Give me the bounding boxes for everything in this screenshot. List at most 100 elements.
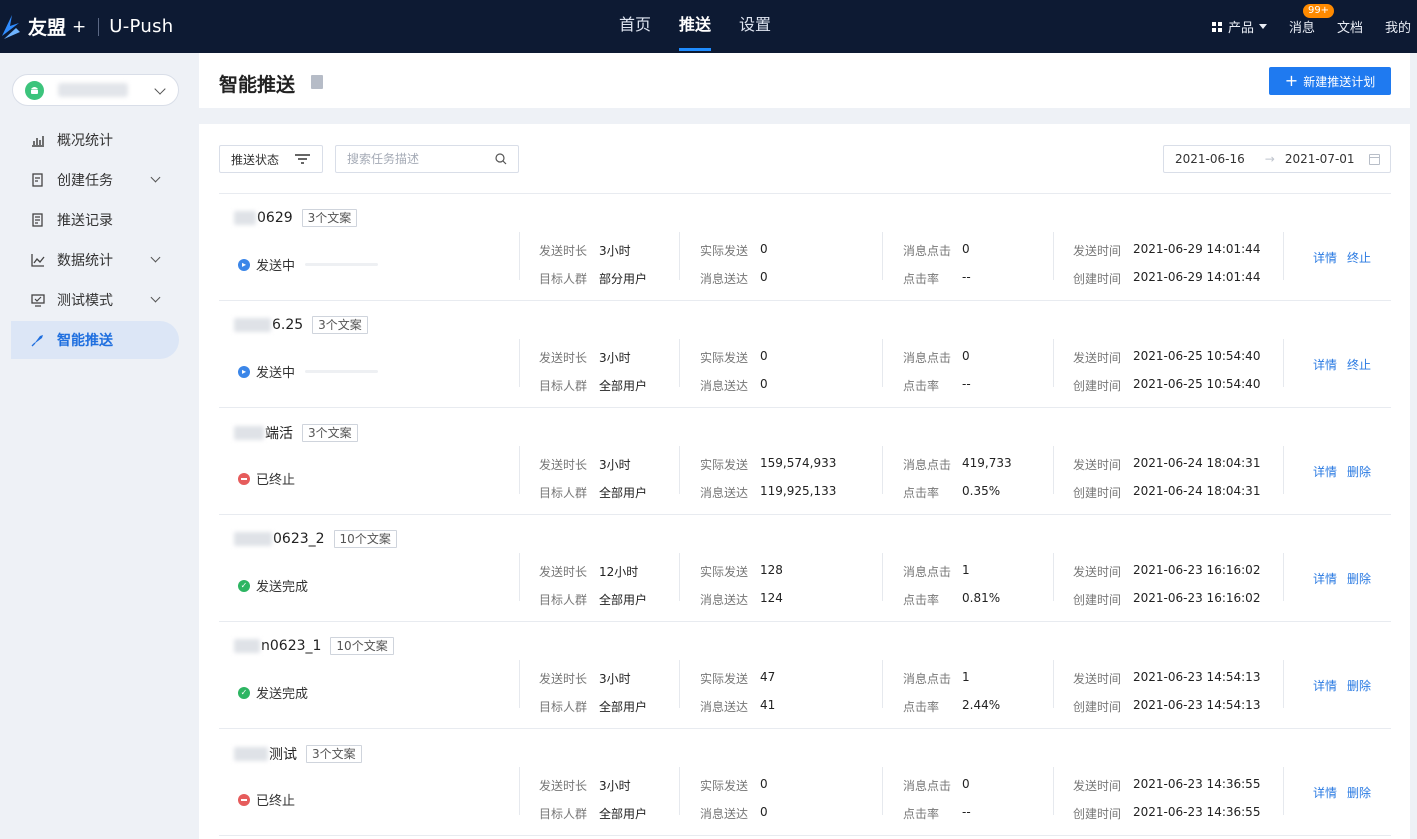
- detail-link[interactable]: 详情: [1313, 784, 1337, 801]
- task-status: ✓ 发送完成: [238, 683, 308, 702]
- column-divider: [519, 660, 520, 708]
- label-audience: 目标人群: [539, 700, 588, 714]
- chevron-down-icon: [150, 252, 161, 263]
- search-input[interactable]: [336, 146, 486, 172]
- docs-link[interactable]: 文档: [1337, 17, 1363, 36]
- task-row: n0623_1 10个文案 ✓ 发送完成 发送时长 3小时 目标人群 全部用户 实际发送…: [219, 622, 1391, 729]
- value-clicks: 0: [962, 349, 970, 363]
- value-actual_sent: 0: [760, 349, 768, 363]
- nav-settings[interactable]: 设置: [739, 0, 771, 53]
- value-ctr: 0.81%: [962, 591, 1001, 605]
- delete-link[interactable]: 删除: [1347, 677, 1371, 694]
- value-actual_sent: 0: [760, 777, 768, 791]
- label-delivered: 消息送达: [700, 700, 749, 714]
- copy-count-tag: 10个文案: [330, 637, 394, 655]
- products-dropdown[interactable]: 产品: [1211, 17, 1267, 36]
- value-send_time: 2021-06-23 14:54:13: [1133, 670, 1261, 684]
- label-clicks: 消息点击: [903, 779, 952, 793]
- column-divider: [882, 553, 883, 601]
- stop-link[interactable]: 终止: [1347, 356, 1371, 373]
- brand[interactable]: 友盟 + U-Push: [0, 0, 173, 53]
- status-label: 已终止: [256, 473, 296, 488]
- value-create_time: 2021-06-23 14:54:13: [1133, 698, 1261, 712]
- detail-link[interactable]: 详情: [1313, 463, 1337, 480]
- value-delivered: 0: [760, 805, 768, 819]
- column-divider: [679, 660, 680, 708]
- status-filter[interactable]: 推送状态: [219, 145, 323, 173]
- sidebar-item-push-records[interactable]: 推送记录: [11, 201, 179, 239]
- label-duration: 发送时长: [539, 672, 588, 686]
- label-delivered: 消息送达: [700, 379, 749, 393]
- calendar-icon[interactable]: [1369, 154, 1380, 165]
- detail-link[interactable]: 详情: [1313, 249, 1337, 266]
- column-divider: [882, 767, 883, 815]
- task-list: 0629 3个文案 ▸ 发送中 发送时长 3小时 目标人群 部分用户 实际发送 0 消息送达…: [219, 193, 1391, 836]
- column-divider: [1053, 232, 1054, 280]
- column-divider: [1053, 660, 1054, 708]
- label-clicks: 消息点击: [903, 351, 952, 365]
- column-divider: [679, 446, 680, 494]
- column-divider: [1283, 767, 1284, 815]
- sidebar-item-smart-push[interactable]: 智能推送: [11, 321, 179, 359]
- sidebar-item-label: 智能推送: [57, 333, 113, 349]
- label-actual_sent: 实际发送: [700, 565, 749, 579]
- value-send_time: 2021-06-24 18:04:31: [1133, 456, 1261, 470]
- label-send_time: 发送时间: [1073, 458, 1122, 472]
- status-done-icon: ✓: [238, 579, 250, 592]
- task-name-redacted: [234, 211, 256, 225]
- doc-icon[interactable]: [311, 75, 323, 89]
- status-sending-icon: ▸: [238, 258, 250, 271]
- stop-link[interactable]: 终止: [1347, 249, 1371, 266]
- sidebar-item-create-task[interactable]: 创建任务: [11, 161, 179, 199]
- date-range-picker[interactable]: 2021-06-16 → 2021-07-01: [1163, 145, 1391, 173]
- task-status: ▸ 发送中: [238, 362, 379, 381]
- detail-link[interactable]: 详情: [1313, 677, 1337, 694]
- nav-push[interactable]: 推送: [679, 0, 712, 53]
- label-ctr: 点击率: [903, 379, 940, 393]
- column-divider: [1283, 660, 1284, 708]
- sidebar-item-overview[interactable]: 概况统计: [11, 121, 179, 159]
- value-delivered: 41: [760, 698, 776, 712]
- task-status: 已终止: [238, 469, 295, 488]
- label-duration: 发送时长: [539, 351, 588, 365]
- task-name: 端活 3个文案: [234, 423, 358, 443]
- sidebar-item-test-mode[interactable]: 测试模式: [11, 281, 179, 319]
- arrow-right-icon: →: [1264, 152, 1275, 166]
- monitor-icon: [31, 293, 45, 307]
- value-ctr: --: [962, 270, 971, 284]
- value-actual_sent: 0: [760, 242, 768, 256]
- new-push-plan-button[interactable]: + 新建推送计划: [1269, 67, 1391, 95]
- copy-count-tag: 3个文案: [301, 209, 358, 227]
- label-actual_sent: 实际发送: [700, 672, 749, 686]
- sidebar-item-label: 创建任务: [57, 173, 113, 189]
- nav-home[interactable]: 首页: [619, 0, 651, 53]
- label-delivered: 消息送达: [700, 807, 749, 821]
- delete-link[interactable]: 删除: [1347, 570, 1371, 587]
- delete-link[interactable]: 删除: [1347, 784, 1371, 801]
- label-ctr: 点击率: [903, 486, 940, 500]
- date-end[interactable]: 2021-07-01: [1285, 152, 1355, 166]
- status-filter-label: 推送状态: [231, 152, 280, 167]
- detail-link[interactable]: 详情: [1313, 570, 1337, 587]
- value-clicks: 0: [962, 242, 970, 256]
- task-name-redacted: [234, 318, 271, 332]
- label-ctr: 点击率: [903, 593, 940, 607]
- search-icon[interactable]: [495, 153, 507, 165]
- search-box: [335, 145, 519, 173]
- mine-link[interactable]: 我的: [1385, 17, 1411, 36]
- sidebar-item-data-stats[interactable]: 数据统计: [11, 241, 179, 279]
- value-create_time: 2021-06-23 16:16:02: [1133, 591, 1261, 605]
- copy-count-tag: 3个文案: [312, 316, 368, 334]
- detail-link[interactable]: 详情: [1313, 356, 1337, 373]
- line-chart-icon: [31, 253, 45, 267]
- send-progress-bar: [305, 370, 379, 373]
- task-name-redacted: [234, 426, 264, 440]
- page-title: 智能推送: [219, 74, 296, 96]
- value-create_time: 2021-06-24 18:04:31: [1133, 484, 1261, 498]
- delete-link[interactable]: 删除: [1347, 463, 1371, 480]
- task-name-text: 测试: [269, 747, 297, 763]
- messages-link[interactable]: 消息 99+: [1289, 4, 1335, 36]
- app-selector[interactable]: [12, 74, 179, 106]
- date-start[interactable]: 2021-06-16: [1175, 152, 1245, 166]
- document-list-icon: [31, 213, 45, 227]
